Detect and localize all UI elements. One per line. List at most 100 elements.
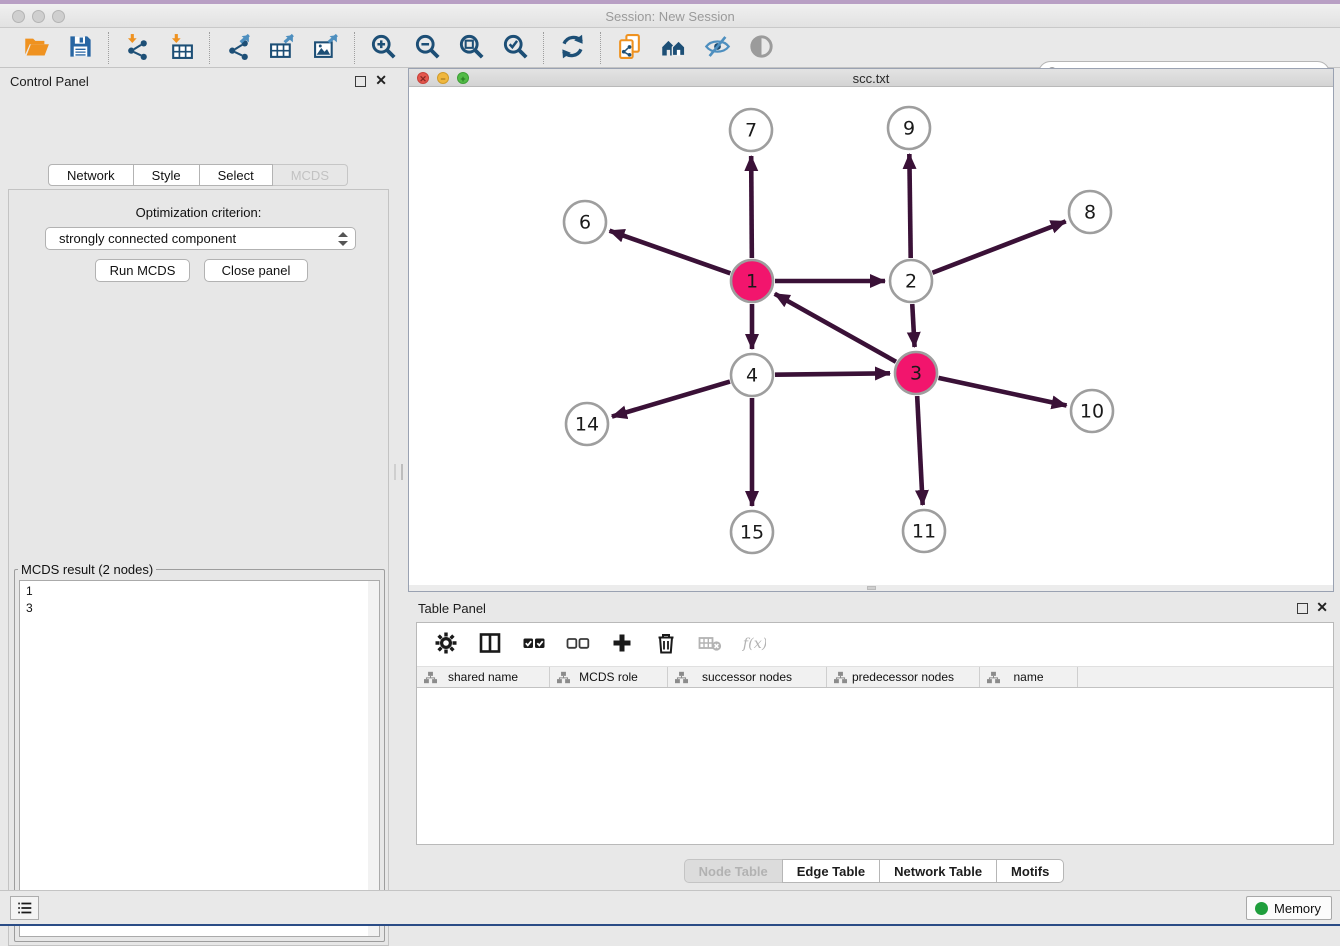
graph-node-label-11: 11	[912, 521, 936, 543]
add-column-icon	[610, 631, 634, 658]
show-all-icon	[748, 33, 775, 63]
optimization-criterion-label: Optimization criterion:	[9, 205, 388, 220]
optimization-criterion-select[interactable]: strongly connected component	[45, 227, 356, 250]
graph-node-label-9: 9	[903, 118, 915, 140]
graph-node-label-3: 3	[910, 363, 922, 385]
main-toolbar	[0, 28, 1340, 68]
column-header-predecessor-nodes[interactable]: predecessor nodes	[827, 667, 980, 687]
network-bottom-sash	[409, 585, 1333, 591]
table-header-row: shared nameMCDS rolesuccessor nodes prede…	[417, 667, 1333, 688]
column-label: name	[1013, 670, 1043, 684]
graph-edge-2-8[interactable]	[932, 221, 1065, 272]
function-builder-icon: f(x)	[742, 631, 766, 658]
tab-style[interactable]: Style	[134, 164, 200, 186]
export-table-icon	[269, 33, 296, 63]
graph-node-label-4: 4	[746, 365, 758, 387]
tab-network[interactable]: Network	[48, 164, 134, 186]
export-network-button[interactable]	[220, 31, 256, 65]
graph-node-label-2: 2	[905, 271, 917, 293]
hide-selected-button[interactable]	[699, 31, 735, 65]
add-column-button[interactable]	[607, 630, 637, 660]
apply-layout-button[interactable]	[554, 31, 590, 65]
table-panel: Table Panel ✕ f(x) shared nameMCDS roles…	[408, 595, 1340, 890]
tab-select[interactable]: Select	[200, 164, 273, 186]
graph-edge-1-6[interactable]	[610, 231, 731, 274]
graph-edge-2-3[interactable]	[912, 304, 914, 347]
show-all-button[interactable]	[743, 31, 779, 65]
tab-edge-table[interactable]: Edge Table	[782, 859, 880, 883]
toolbar-group	[210, 31, 354, 65]
zoom-in-button[interactable]	[365, 31, 401, 65]
zoom-selected-button[interactable]	[497, 31, 533, 65]
float-panel-icon[interactable]	[1297, 603, 1308, 614]
zoom-fit-button[interactable]	[453, 31, 489, 65]
mcds-panel: Optimization criterion: strongly connect…	[8, 189, 389, 946]
column-header-filler	[1078, 667, 1333, 687]
network-window-titlebar[interactable]: ✕ − + scc.txt	[409, 69, 1333, 87]
tab-network-table[interactable]: Network Table	[879, 859, 997, 883]
memory-button[interactable]: Memory	[1246, 896, 1332, 920]
memory-status-icon	[1255, 902, 1268, 915]
column-label: predecessor nodes	[852, 670, 954, 684]
graph-node-label-7: 7	[745, 120, 757, 142]
table-tabs: Node TableEdge TableNetwork TableMotifs	[408, 859, 1340, 884]
task-history-button[interactable]	[10, 896, 39, 920]
application-window: Session: New Session Control Panel ✕ Net…	[0, 0, 1340, 926]
import-network-button[interactable]	[119, 31, 155, 65]
close-panel-icon[interactable]: ✕	[375, 73, 387, 87]
graph-edge-3-10[interactable]	[938, 378, 1066, 406]
mcds-result-list[interactable]: 13	[19, 580, 380, 937]
save-session-button[interactable]	[62, 31, 98, 65]
first-neighbors-button[interactable]	[655, 31, 691, 65]
result-lines-container: 13	[26, 583, 373, 617]
mcds-result-group: MCDS result (2 nodes) 13	[14, 562, 385, 942]
column-header-successor-nodes[interactable]: successor nodes	[668, 667, 827, 687]
run-mcds-button[interactable]: Run MCDS	[95, 259, 190, 282]
export-image-icon	[313, 33, 340, 63]
apply-layout-icon	[559, 33, 586, 63]
column-header-shared-name[interactable]: shared name	[417, 667, 550, 687]
deselect-all-button[interactable]	[563, 630, 593, 660]
hierarchy-icon	[987, 671, 1000, 684]
tab-node-table[interactable]: Node Table	[684, 859, 783, 883]
sash-grip[interactable]	[867, 586, 876, 590]
graph-node-label-8: 8	[1084, 202, 1096, 224]
close-panel-icon[interactable]: ✕	[1316, 600, 1328, 614]
toolbar-group	[601, 31, 789, 65]
graph-edge-2-9[interactable]	[909, 154, 910, 258]
result-scrollbar[interactable]	[368, 581, 379, 936]
column-header-name[interactable]: name	[980, 667, 1078, 687]
graph-edge-3-11[interactable]	[917, 396, 923, 505]
settings-gear-button[interactable]	[431, 630, 461, 660]
mac-titlebar: Session: New Session	[0, 4, 1340, 28]
toolbar-group	[8, 31, 108, 65]
export-image-button[interactable]	[308, 31, 344, 65]
control-panel-title: Control Panel	[10, 74, 89, 89]
graph-edge-1-7[interactable]	[751, 156, 752, 258]
export-table-button[interactable]	[264, 31, 300, 65]
clone-network-button[interactable]	[611, 31, 647, 65]
tab-mcds[interactable]: MCDS	[273, 164, 348, 186]
open-file-button[interactable]	[18, 31, 54, 65]
selected-option-label: strongly connected component	[59, 231, 236, 246]
graph-edge-3-1[interactable]	[775, 294, 896, 362]
graph-edge-4-3[interactable]	[775, 373, 890, 374]
network-canvas-svg[interactable]: 1234678910111415	[409, 87, 1333, 585]
result-line: 3	[26, 600, 373, 617]
import-table-button[interactable]	[163, 31, 199, 65]
graph-edge-4-14[interactable]	[612, 382, 730, 417]
tab-motifs[interactable]: Motifs	[996, 859, 1064, 883]
control-panel-header: Control Panel ✕	[0, 68, 396, 94]
table-panel-title: Table Panel	[418, 601, 486, 616]
toolbar-group	[109, 31, 209, 65]
hierarchy-icon	[557, 671, 570, 684]
delete-column-button[interactable]	[651, 630, 681, 660]
close-panel-button[interactable]: Close panel	[204, 259, 308, 282]
graph-node-label-1: 1	[746, 271, 758, 293]
zoom-out-button[interactable]	[409, 31, 445, 65]
float-panel-icon[interactable]	[355, 76, 366, 87]
column-header-MCDS-role[interactable]: MCDS role	[550, 667, 668, 687]
split-panel-button[interactable]	[475, 630, 505, 660]
panel-divider-grip[interactable]	[394, 464, 403, 480]
select-all-button[interactable]	[519, 630, 549, 660]
